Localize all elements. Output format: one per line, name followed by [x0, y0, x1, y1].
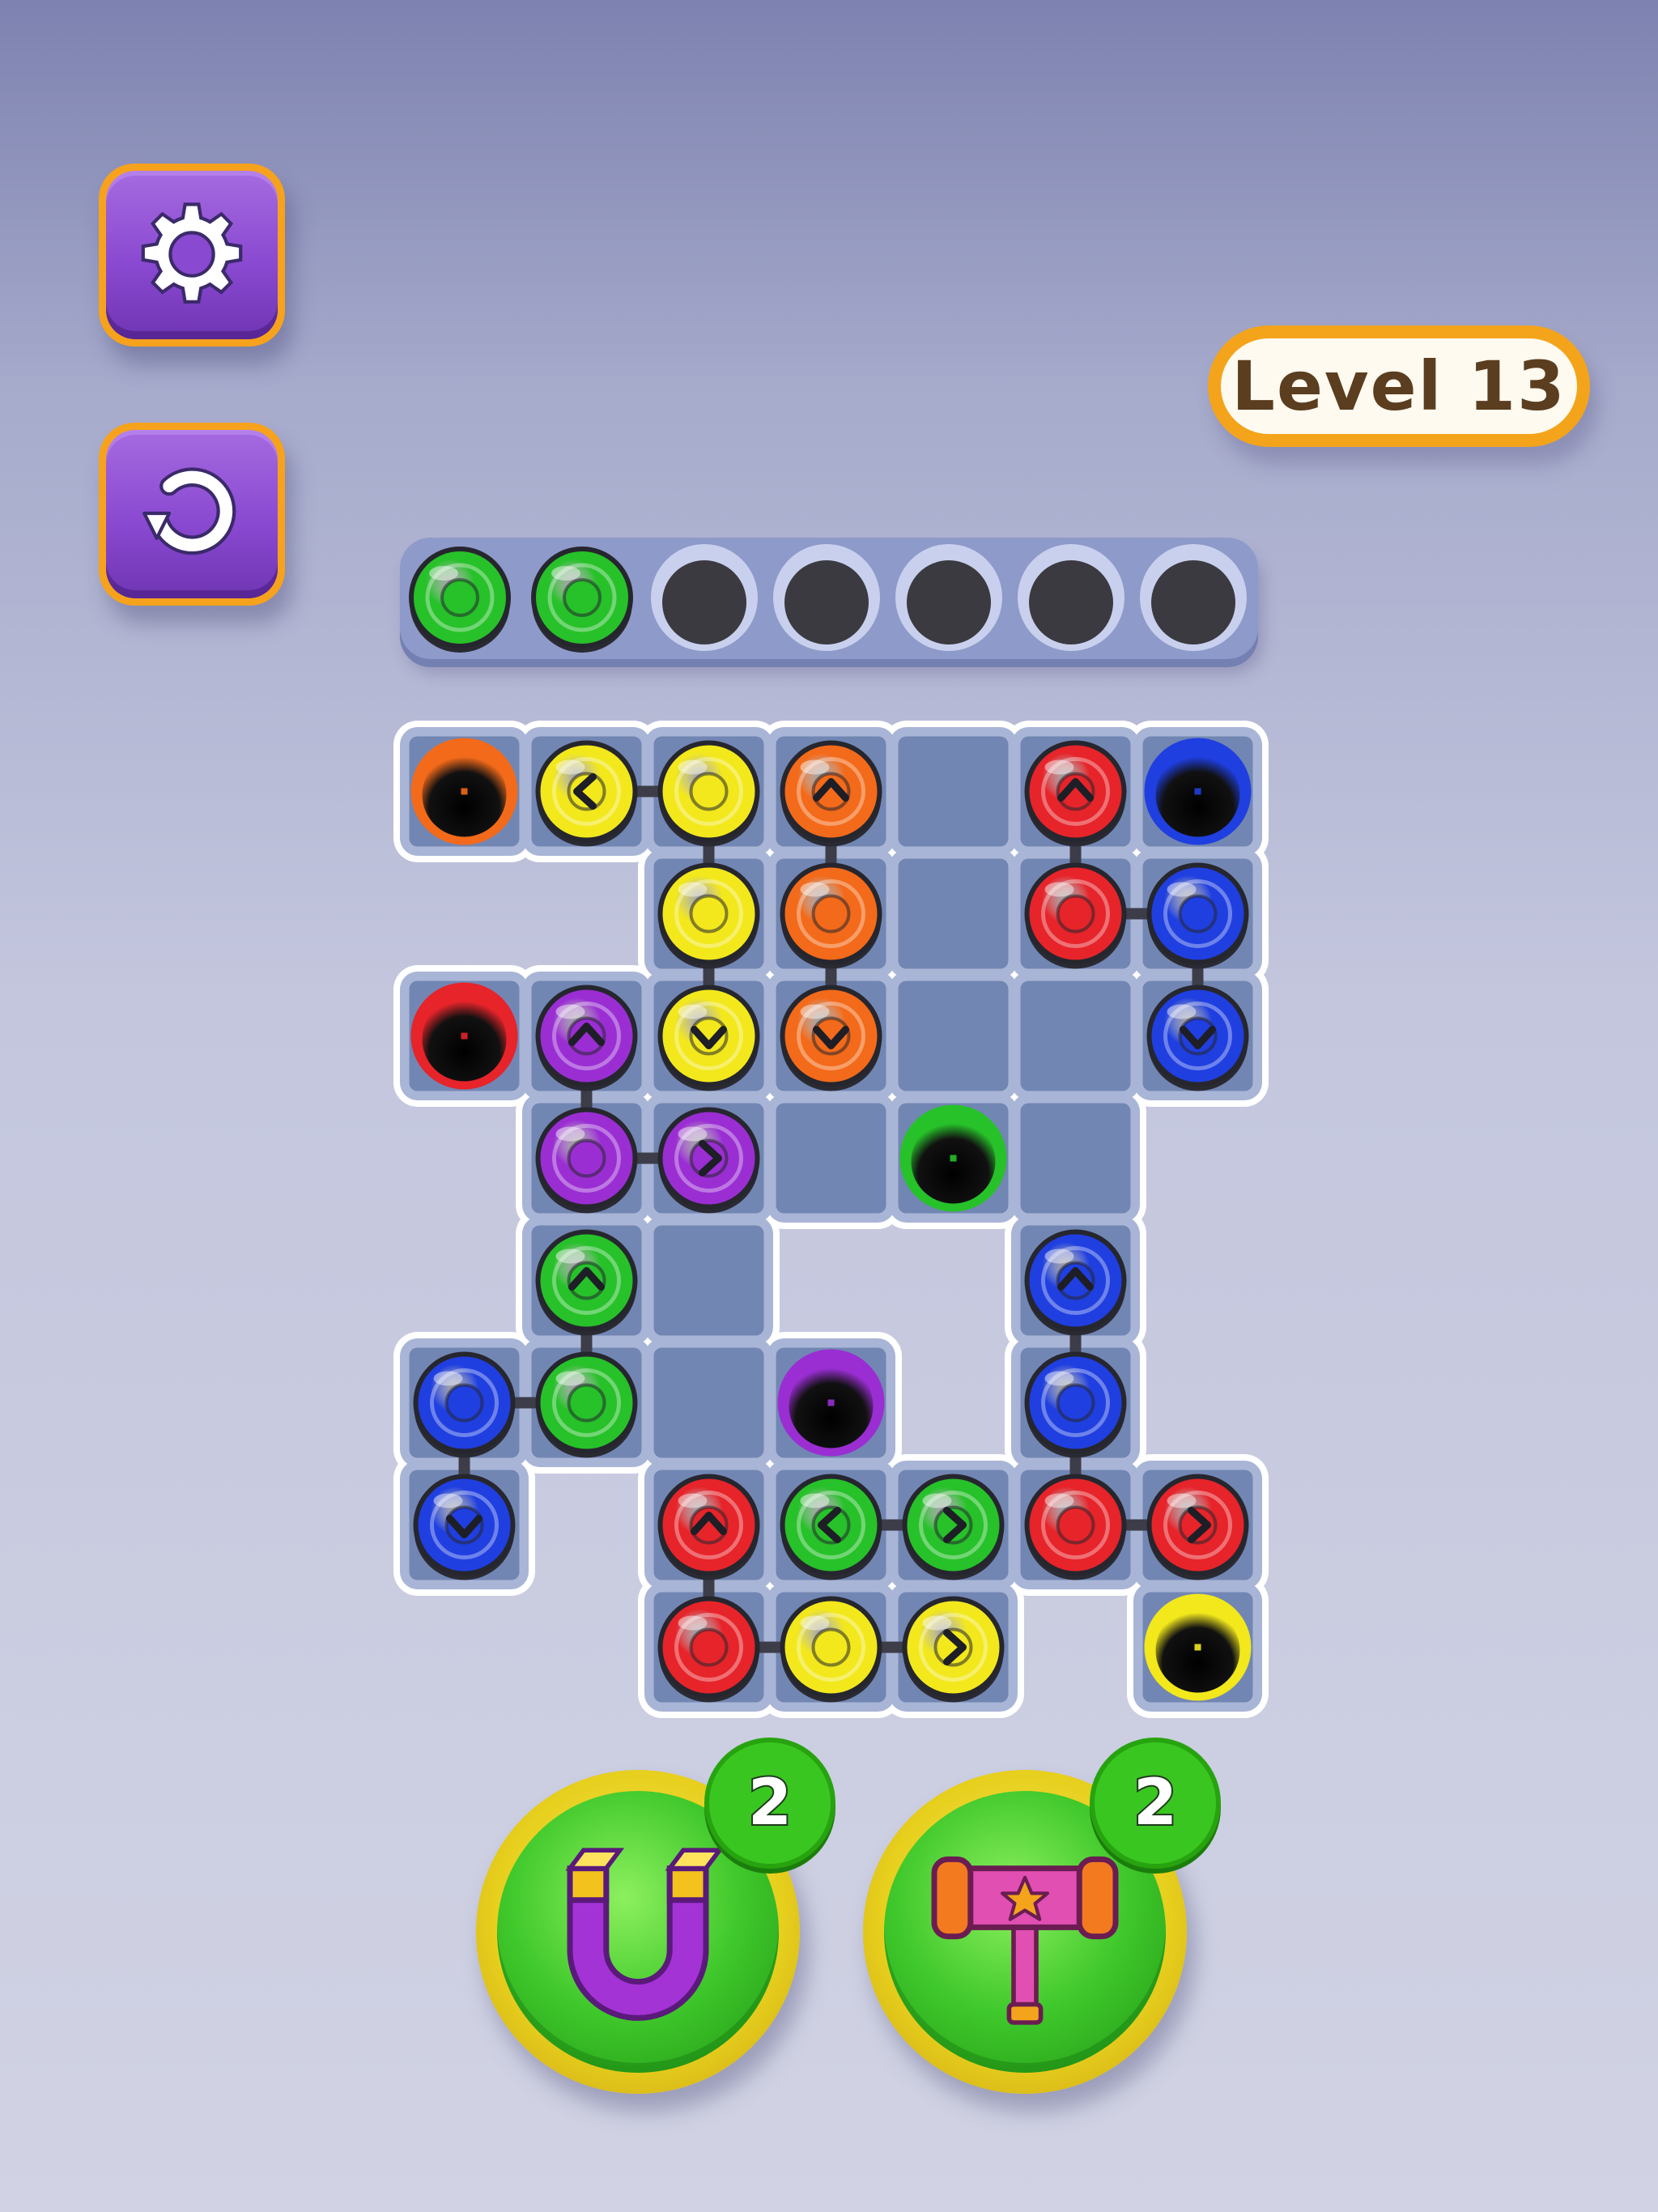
- tray-slot-empty: [651, 544, 758, 651]
- tray-slots: [409, 544, 1247, 653]
- hammer-count-badge: 2: [1090, 1738, 1221, 1869]
- board-tile[interactable]: [898, 981, 1009, 1091]
- ball-yellow[interactable]: [657, 985, 760, 1091]
- ball-orange[interactable]: [780, 740, 882, 847]
- tray-slot-empty: [1140, 544, 1247, 651]
- ball-red[interactable]: [657, 1474, 760, 1580]
- ball-blue[interactable]: [1146, 985, 1249, 1091]
- ball-yellow[interactable]: [780, 1596, 882, 1703]
- ball-green[interactable]: [902, 1474, 1005, 1580]
- tray-slot-empty: [895, 544, 1002, 651]
- ball-purple[interactable]: [535, 985, 638, 1091]
- tray-ball-green[interactable]: [409, 547, 511, 653]
- board-tile[interactable]: [898, 858, 1009, 969]
- ball-blue[interactable]: [1024, 1229, 1127, 1336]
- hammer-booster-button[interactable]: 2: [863, 1738, 1221, 2094]
- tray-slot-empty: [773, 544, 880, 651]
- ball-blue[interactable]: [1024, 1351, 1127, 1458]
- ball-red[interactable]: [1024, 740, 1127, 847]
- ball-orange[interactable]: [780, 985, 882, 1091]
- board-tile[interactable]: [1020, 981, 1131, 1091]
- puzzle-board: [393, 544, 1269, 1718]
- hole-yellow[interactable]: [1144, 1593, 1252, 1701]
- hole-purple[interactable]: [777, 1349, 885, 1457]
- ball-red[interactable]: [657, 1596, 760, 1703]
- tray-ball-green[interactable]: [531, 547, 633, 653]
- board-tile[interactable]: [1020, 1103, 1131, 1214]
- board-tile[interactable]: [653, 1347, 764, 1458]
- ball-yellow[interactable]: [902, 1596, 1005, 1703]
- ball-blue[interactable]: [413, 1474, 516, 1580]
- ball-yellow[interactable]: [657, 740, 760, 847]
- hole-blue[interactable]: [1144, 738, 1252, 845]
- tray-slot-empty: [1018, 544, 1124, 651]
- ball-orange[interactable]: [780, 862, 882, 969]
- hole-red[interactable]: [410, 982, 518, 1090]
- ball-blue[interactable]: [1146, 862, 1249, 969]
- ball-blue[interactable]: [413, 1351, 516, 1458]
- hole-green[interactable]: [899, 1104, 1007, 1212]
- magnet-booster-button[interactable]: 2: [476, 1738, 835, 2094]
- ball-red[interactable]: [1146, 1474, 1249, 1580]
- board-tile[interactable]: [653, 1225, 764, 1336]
- magnet-icon: [565, 1848, 725, 2021]
- magnet-count-badge: 2: [704, 1738, 835, 1869]
- ball-green[interactable]: [535, 1351, 638, 1458]
- board-tile[interactable]: [776, 1103, 886, 1214]
- ball-red[interactable]: [1024, 1474, 1127, 1580]
- hammer-count: 2: [1132, 1765, 1179, 1841]
- ball-green[interactable]: [780, 1474, 882, 1580]
- hole-orange[interactable]: [410, 738, 518, 845]
- ball-yellow[interactable]: [657, 862, 760, 969]
- magnet-count: 2: [746, 1765, 793, 1841]
- ball-yellow[interactable]: [535, 740, 638, 847]
- board-tile[interactable]: [898, 736, 1009, 847]
- ball-green[interactable]: [535, 1229, 638, 1336]
- ball-red[interactable]: [1024, 862, 1127, 969]
- hammer-icon: [931, 1856, 1119, 2025]
- ball-purple[interactable]: [657, 1107, 760, 1214]
- ball-purple[interactable]: [535, 1107, 638, 1214]
